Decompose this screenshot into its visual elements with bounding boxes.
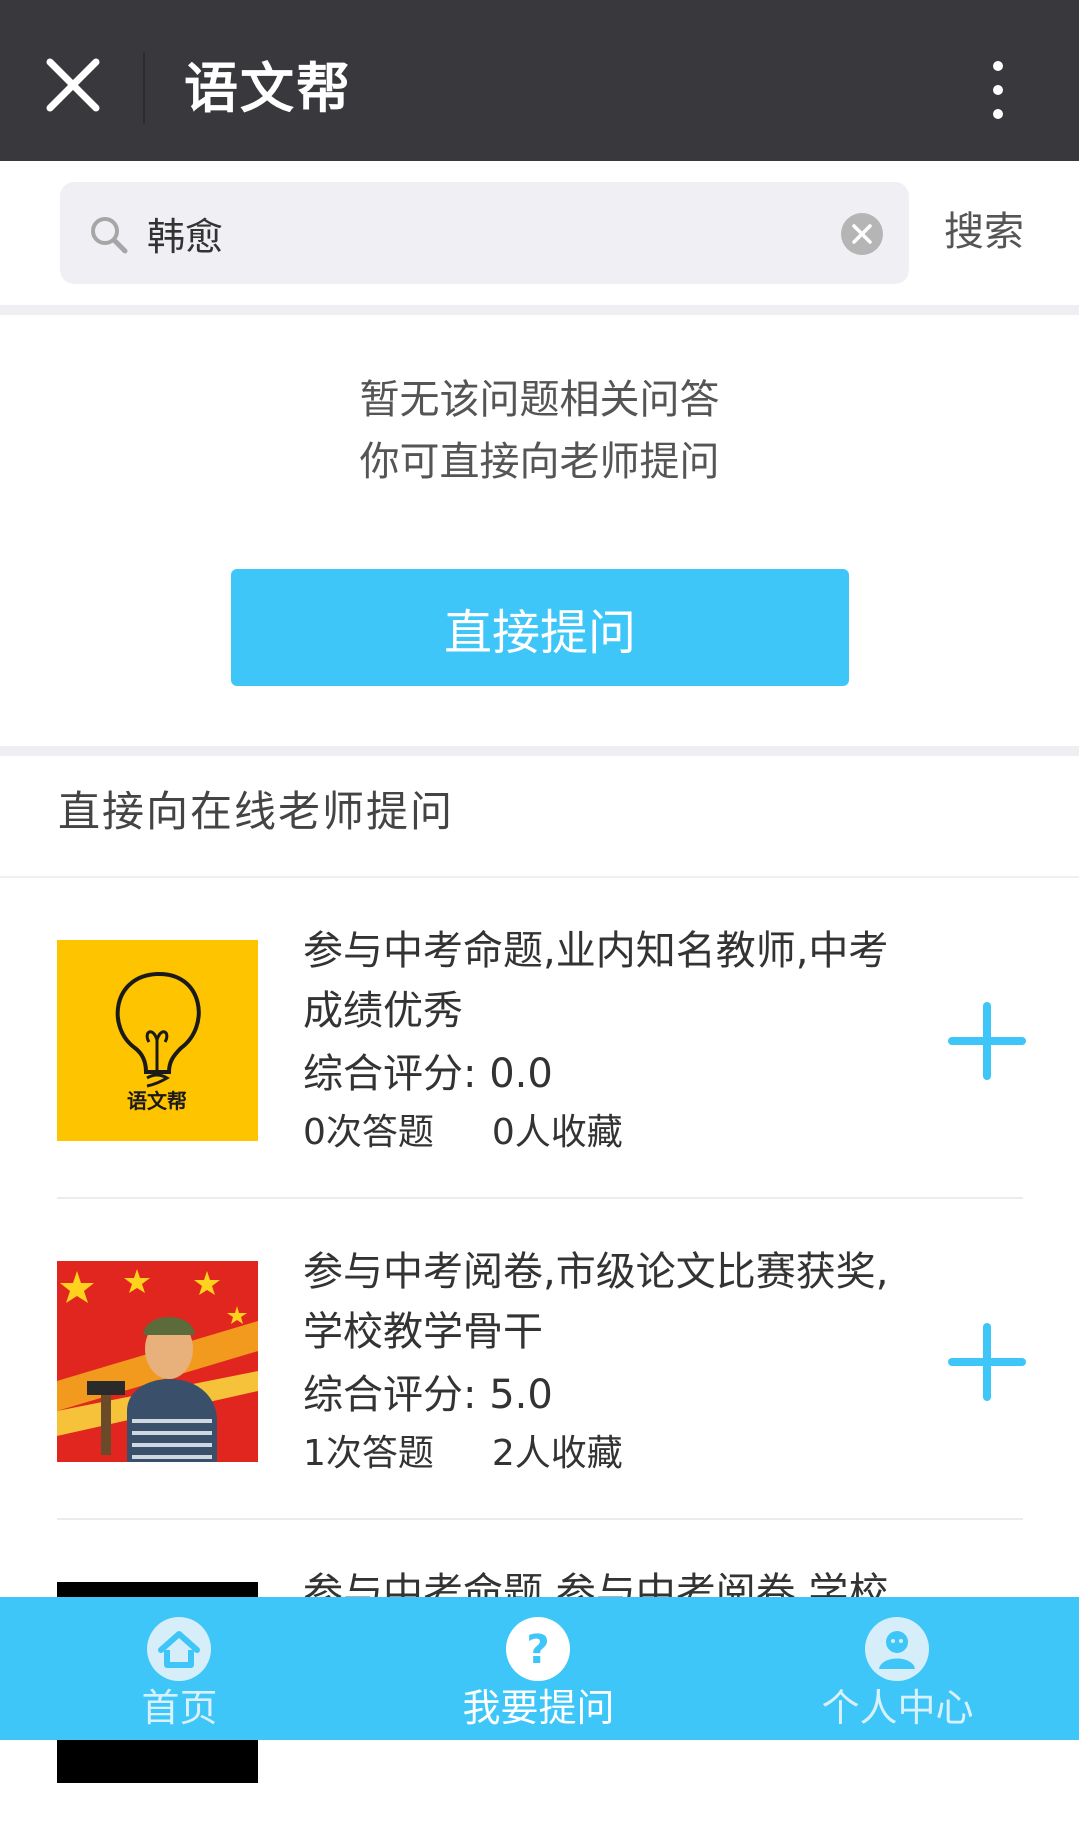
poster-avatar-icon: [57, 1269, 258, 1462]
search-box[interactable]: [60, 182, 909, 284]
home-icon: [147, 1617, 211, 1681]
teacher-description: 参与中考阅卷,市级论文比赛获奖, 学校教学骨干: [303, 1249, 889, 1355]
section-separator: [0, 305, 1079, 315]
teacher-rating: 综合评分: 0.0: [303, 1051, 553, 1097]
avatar: 语文帮: [57, 940, 258, 1141]
empty-message: 暂无该问题相关问答: [359, 377, 720, 423]
section-separator: [0, 746, 1079, 756]
add-icon[interactable]: [948, 1323, 1026, 1401]
answer-count: 1次答题: [303, 1433, 434, 1474]
teacher-stats: 1次答题 2人收藏: [303, 1426, 623, 1482]
bottom-nav: 首页 ? 我要提问 个人中心: [0, 1597, 1079, 1740]
add-icon[interactable]: [948, 1002, 1026, 1080]
question-icon: ?: [506, 1617, 570, 1681]
answer-count: 0次答题: [303, 1112, 434, 1153]
lightbulb-icon: 语文帮: [115, 971, 201, 1113]
close-icon[interactable]: [38, 50, 108, 120]
svg-text:语文帮: 语文帮: [127, 1089, 187, 1113]
ask-directly-button[interactable]: 直接提问: [231, 569, 849, 686]
teacher-description: 参与中考命题,业内知名教师,中考 成绩优秀: [303, 928, 889, 1034]
page-title: 语文帮: [184, 57, 352, 120]
favorite-count: 2人收藏: [491, 1433, 623, 1474]
search-icon: [91, 217, 128, 254]
more-vertical-icon[interactable]: [976, 55, 1020, 125]
nav-ask-label: 我要提问: [462, 1686, 615, 1730]
teacher-list-item[interactable]: 语文帮 参与中考命题,业内知名教师,中考 成绩优秀 综合评分: 0.0 0次答题…: [0, 878, 1079, 1199]
user-icon: [865, 1617, 929, 1681]
teacher-rating: 综合评分: 5.0: [303, 1372, 553, 1418]
nav-ask[interactable]: ? 我要提问: [359, 1597, 718, 1740]
search-bar: 搜索: [0, 161, 1079, 305]
favorite-count: 0人收藏: [491, 1112, 623, 1153]
svg-text:?: ?: [526, 1627, 549, 1673]
teacher-stats: 0次答题 0人收藏: [303, 1105, 623, 1161]
clear-icon[interactable]: [840, 212, 884, 256]
nav-profile[interactable]: 个人中心: [718, 1597, 1077, 1740]
search-button[interactable]: 搜索: [944, 203, 1024, 261]
empty-hint: 你可直接向老师提问: [359, 439, 720, 485]
empty-results-panel: 暂无该问题相关问答 你可直接向老师提问 直接提问: [0, 315, 1079, 746]
teacher-list-item[interactable]: 参与中考阅卷,市级论文比赛获奖, 学校教学骨干 综合评分: 5.0 1次答题 2人…: [0, 1199, 1079, 1520]
title-divider: [143, 52, 145, 124]
nav-home-label: 首页: [141, 1686, 218, 1730]
title-bar: 语文帮: [0, 0, 1079, 161]
nav-profile-label: 个人中心: [821, 1686, 974, 1730]
nav-home[interactable]: 首页: [0, 1597, 359, 1740]
section-title: 直接向在线老师提问: [58, 787, 455, 836]
search-input[interactable]: [147, 204, 787, 262]
avatar: [57, 1261, 258, 1462]
